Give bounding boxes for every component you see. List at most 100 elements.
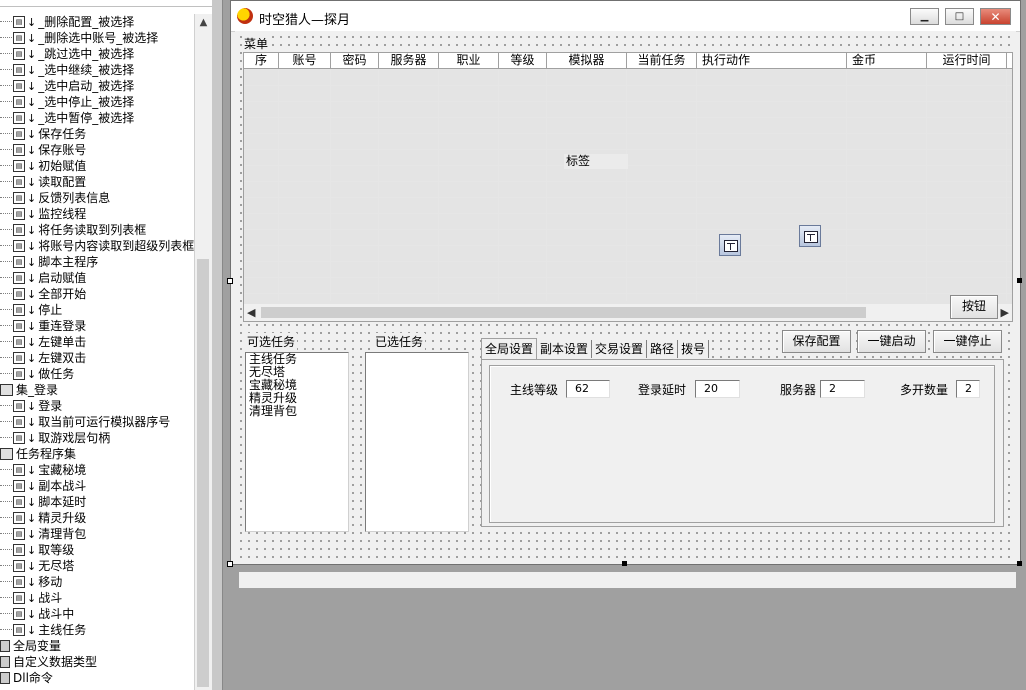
grid-scroll-thumb[interactable]: [261, 307, 866, 318]
tree-item[interactable]: ▤ ↓ 全部开始: [0, 286, 194, 302]
tree-item[interactable]: ▤ ↓ _删除配置_被选择: [0, 14, 194, 30]
selection-handle-bottom-right[interactable]: [1017, 561, 1022, 566]
grid-column-header[interactable]: 运行时间: [927, 53, 1007, 68]
subroutine-icon: ▤: [13, 111, 25, 124]
tree-item[interactable]: ▤ ↓ _选中停止_被选择: [0, 94, 194, 110]
tree-item[interactable]: ▤ ↓ 保存账号: [0, 142, 194, 158]
tree-item[interactable]: ▤ ↓ 宝藏秘境: [0, 462, 194, 478]
panel-divider[interactable]: [212, 0, 223, 690]
server-input[interactable]: 2: [820, 380, 865, 398]
grid-column-header[interactable]: 序: [244, 53, 279, 68]
tree-item[interactable]: 自定义数据类型: [0, 654, 194, 670]
close-button[interactable]: ✕: [980, 8, 1011, 25]
tree-scroll-thumb[interactable]: [197, 259, 209, 687]
subroutine-icon: ▤: [13, 335, 25, 348]
tree-item[interactable]: ▤ ↓ _跳过选中_被选择: [0, 46, 194, 62]
tree-item[interactable]: 任务程序集: [0, 446, 194, 462]
tree-item[interactable]: ▤ ↓ 精灵升级: [0, 510, 194, 526]
tree-item[interactable]: ▤ ↓ 移动: [0, 574, 194, 590]
tree-item[interactable]: ▤ ↓ 停止: [0, 302, 194, 318]
tree-item[interactable]: ▤ ↓ 左键双击: [0, 350, 194, 366]
tree-item[interactable]: ▤ ↓ 战斗中: [0, 606, 194, 622]
tree-item[interactable]: ▤ ↓ 清理背包: [0, 526, 194, 542]
tree-item[interactable]: ▤ ↓ 重连登录: [0, 318, 194, 334]
stop-all-button[interactable]: 一键停止: [933, 330, 1002, 353]
tree-item[interactable]: ▤ ↓ _选中暂停_被选择: [0, 110, 194, 126]
grid-body[interactable]: [244, 69, 1012, 301]
tree-item[interactable]: ▤ ↓ 保存任务: [0, 126, 194, 142]
tree-item-label: 自定义数据类型: [13, 655, 98, 669]
grid-column-header[interactable]: 账号: [279, 53, 331, 68]
tree-item[interactable]: ▤ ↓ 登录: [0, 398, 194, 414]
tree-item[interactable]: ▤ ↓ 取当前可运行模拟器序号: [0, 414, 194, 430]
selected-tasks-list[interactable]: [365, 352, 469, 532]
tree-vertical-scrollbar[interactable]: ▲: [194, 14, 212, 690]
generic-button[interactable]: 按钮: [950, 295, 998, 319]
main-level-input[interactable]: 62: [566, 380, 610, 398]
tree-item-label: _删除配置_被选择: [38, 15, 135, 29]
grid-column-header[interactable]: 当前任务: [627, 53, 697, 68]
scroll-up-arrow-icon[interactable]: ▲: [195, 14, 212, 31]
tree-item[interactable]: ▤ ↓ 读取配置: [0, 174, 194, 190]
tree-item-label: 脚本延时: [38, 495, 87, 509]
tab-item[interactable]: 副本设置: [537, 340, 593, 358]
available-tasks-list[interactable]: 主线任务 无尽塔 宝藏秘境 精灵升级 清理背包: [245, 352, 349, 532]
save-config-button[interactable]: 保存配置: [782, 330, 851, 353]
tree-item[interactable]: ▤ ↓ 将任务读取到列表框: [0, 222, 194, 238]
tree-item[interactable]: ▤ ↓ 主线任务: [0, 622, 194, 638]
selection-handle-left[interactable]: [227, 278, 233, 284]
scroll-right-arrow-icon[interactable]: ▶: [1001, 304, 1009, 321]
tree-item[interactable]: 全局变量: [0, 638, 194, 654]
grid-column-header[interactable]: 模拟器: [547, 53, 627, 68]
tree-item[interactable]: ▤ ↓ 无尽塔: [0, 558, 194, 574]
tab-item[interactable]: 拨号: [678, 340, 710, 358]
tree-item[interactable]: ▤ ↓ _选中继续_被选择: [0, 62, 194, 78]
start-all-button[interactable]: 一键启动: [857, 330, 926, 353]
tree-item[interactable]: ▤ ↓ 反馈列表信息: [0, 190, 194, 206]
tab-item[interactable]: 全局设置: [481, 338, 538, 359]
grid-column-header[interactable]: 等级: [499, 53, 547, 68]
menu-bar-label[interactable]: 菜单: [243, 35, 270, 52]
tree-item[interactable]: ▤ ↓ 副本战斗: [0, 478, 194, 494]
login-delay-input[interactable]: 20: [695, 380, 740, 398]
grid-column-header[interactable]: 密码: [331, 53, 379, 68]
tree-item[interactable]: ▤ ↓ _选中启动_被选择: [0, 78, 194, 94]
tree-item[interactable]: ▤ ↓ _删除选中账号_被选择: [0, 30, 194, 46]
tree-item[interactable]: ▤ ↓ 脚本主程序: [0, 254, 194, 270]
tab-item[interactable]: 路径: [647, 340, 679, 358]
grid-horizontal-scrollbar[interactable]: ◀ ▶: [244, 304, 1012, 321]
tree-item[interactable]: ▤ ↓ 战斗: [0, 590, 194, 606]
tree-item[interactable]: Dll命令: [0, 670, 194, 686]
list-item[interactable]: 清理背包: [246, 405, 348, 418]
tree-item[interactable]: ▤ ↓ 左键单击: [0, 334, 194, 350]
grid-column-header[interactable]: 执行动作: [697, 53, 847, 68]
tree-item[interactable]: ▤ ↓ 脚本延时: [0, 494, 194, 510]
window-titlebar[interactable]: 时空猎人—探月 ▁ □ ✕: [231, 1, 1020, 32]
tree-item[interactable]: ▤ ↓ 将账号内容读取到超级列表框: [0, 238, 194, 254]
tree-item[interactable]: ▤ ↓ 做任务: [0, 366, 194, 382]
timer-component-icon[interactable]: [719, 234, 741, 256]
maximize-button[interactable]: □: [945, 8, 974, 25]
subroutine-arrow-icon: ↓: [27, 592, 37, 605]
selection-handle-bottom[interactable]: [622, 561, 627, 566]
tree-connector: [0, 229, 12, 230]
tab-item[interactable]: 交易设置: [592, 340, 648, 358]
grid-column-header[interactable]: 金币: [847, 53, 927, 68]
tree-item[interactable]: ▤ ↓ 监控线程: [0, 206, 194, 222]
tree-item[interactable]: ▤ ↓ 取等级: [0, 542, 194, 558]
subroutine-icon: ▤: [13, 495, 25, 508]
account-grid[interactable]: 序账号 密码 服务器 职业 等级 模拟器 当前任务 执行动作 金币 运行时间 ◀ ▶ 标签 按钮: [243, 52, 1013, 322]
tree-item[interactable]: 集_登录: [0, 382, 194, 398]
multi-count-input[interactable]: 2: [956, 380, 980, 398]
tree-item[interactable]: ▤ ↓ 启动赋值: [0, 270, 194, 286]
minimize-button[interactable]: ▁: [910, 8, 939, 25]
selection-handle-right[interactable]: [1017, 278, 1022, 283]
timer-component-icon-2[interactable]: [799, 225, 821, 247]
tree-item[interactable]: ▤ ↓ 取游戏层句柄: [0, 430, 194, 446]
grid-column-header[interactable]: 职业: [439, 53, 499, 68]
grid-column-header[interactable]: 服务器: [379, 53, 439, 68]
scroll-left-arrow-icon[interactable]: ◀: [247, 304, 255, 321]
tree-item-label: 将任务读取到列表框: [38, 223, 147, 237]
selection-handle-bottom-left[interactable]: [227, 561, 233, 567]
tree-item[interactable]: ▤ ↓ 初始赋值: [0, 158, 194, 174]
